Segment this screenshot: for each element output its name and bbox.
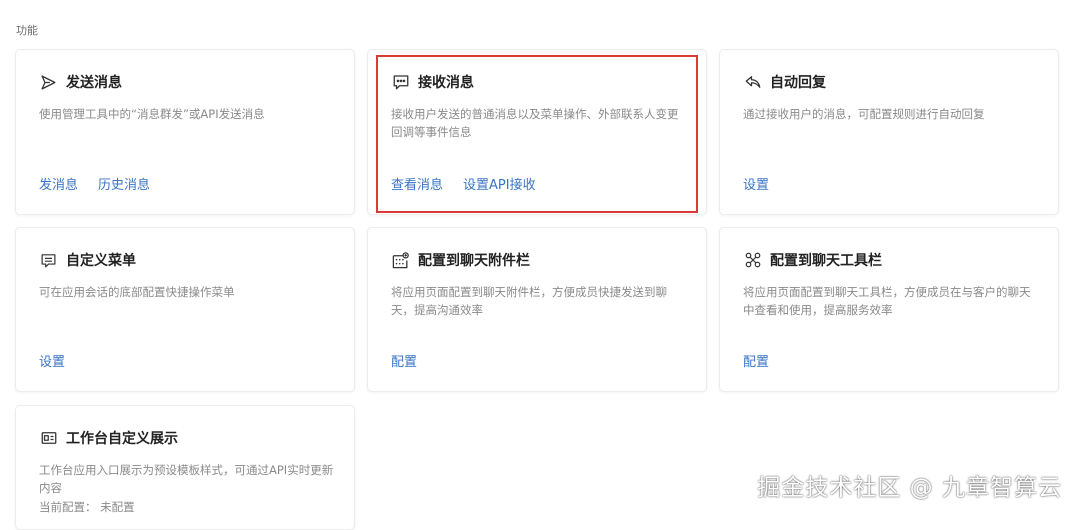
view-messages-link[interactable]: 查看消息: [391, 174, 443, 193]
card-title: 配置到聊天工具栏: [770, 253, 882, 269]
card-receive-message: 接收消息 接收用户发送的普通消息以及菜单操作、外部联系人变更回调等事件信息 查看…: [367, 49, 707, 215]
card-title: 自动回复: [770, 75, 826, 91]
card-description: 可在应用会话的底部配置快捷操作菜单: [39, 285, 235, 299]
attachment-grid-icon: [391, 251, 410, 270]
watermark: 掘金技术社区 @ 九章智算云: [757, 475, 1062, 501]
card-description: 将应用页面配置到聊天工具栏，方便成员在与客户的聊天中查看和使用，提高服务效率: [743, 285, 1031, 317]
card-custom-menu: 自定义菜单 可在应用会话的底部配置快捷操作菜单 设置: [15, 227, 355, 392]
set-api-receive-link[interactable]: 设置API接收: [463, 174, 536, 193]
card-chat-toolbar: 配置到聊天工具栏 将应用页面配置到聊天工具栏，方便成员在与客户的聊天中查看和使用…: [719, 227, 1059, 392]
toolbar-icon: [743, 251, 762, 270]
card-description: 通过接收用户的消息，可配置规则进行自动回复: [743, 107, 985, 121]
reply-icon: [743, 73, 762, 92]
card-title: 工作台自定义展示: [66, 431, 178, 447]
send-icon: [39, 73, 58, 92]
configure-toolbar-link[interactable]: 配置: [743, 351, 769, 370]
custom-menu-settings-link[interactable]: 设置: [39, 351, 65, 370]
message-history-link[interactable]: 历史消息: [98, 174, 150, 193]
card-description: 将应用页面配置到聊天附件栏，方便成员快捷发送到聊天，提高沟通效率: [391, 285, 667, 317]
card-description: 使用管理工具中的“消息群发”或API发送消息: [39, 107, 265, 121]
card-title: 接收消息: [418, 75, 474, 91]
auto-reply-settings-link[interactable]: 设置: [743, 174, 769, 193]
card-title: 发送消息: [66, 75, 122, 91]
chat-bubble-icon: [391, 73, 410, 92]
card-description: 工作台应用入口展示为预设模板样式，可通过API实时更新内容: [39, 463, 334, 495]
send-message-link[interactable]: 发消息: [39, 174, 78, 193]
section-title: 功能: [16, 24, 38, 37]
workbench-icon: [39, 429, 58, 448]
card-send-message: 发送消息 使用管理工具中的“消息群发”或API发送消息 发消息 历史消息: [15, 49, 355, 215]
config-status-label: 当前配置：: [39, 500, 97, 514]
config-status: 当前配置： 未配置: [39, 499, 135, 515]
menu-icon: [39, 251, 58, 270]
card-chat-attachment-bar: 配置到聊天附件栏 将应用页面配置到聊天附件栏，方便成员快捷发送到聊天，提高沟通效…: [367, 227, 707, 392]
card-description: 接收用户发送的普通消息以及菜单操作、外部联系人变更回调等事件信息: [391, 107, 679, 139]
card-auto-reply: 自动回复 通过接收用户的消息，可配置规则进行自动回复 设置: [719, 49, 1059, 215]
card-workbench-display: 工作台自定义展示 工作台应用入口展示为预设模板样式，可通过API实时更新内容 当…: [15, 405, 355, 530]
config-status-value: 未配置: [100, 500, 135, 514]
card-title: 配置到聊天附件栏: [418, 253, 530, 269]
card-title: 自定义菜单: [66, 253, 136, 269]
configure-attachment-bar-link[interactable]: 配置: [391, 351, 417, 370]
